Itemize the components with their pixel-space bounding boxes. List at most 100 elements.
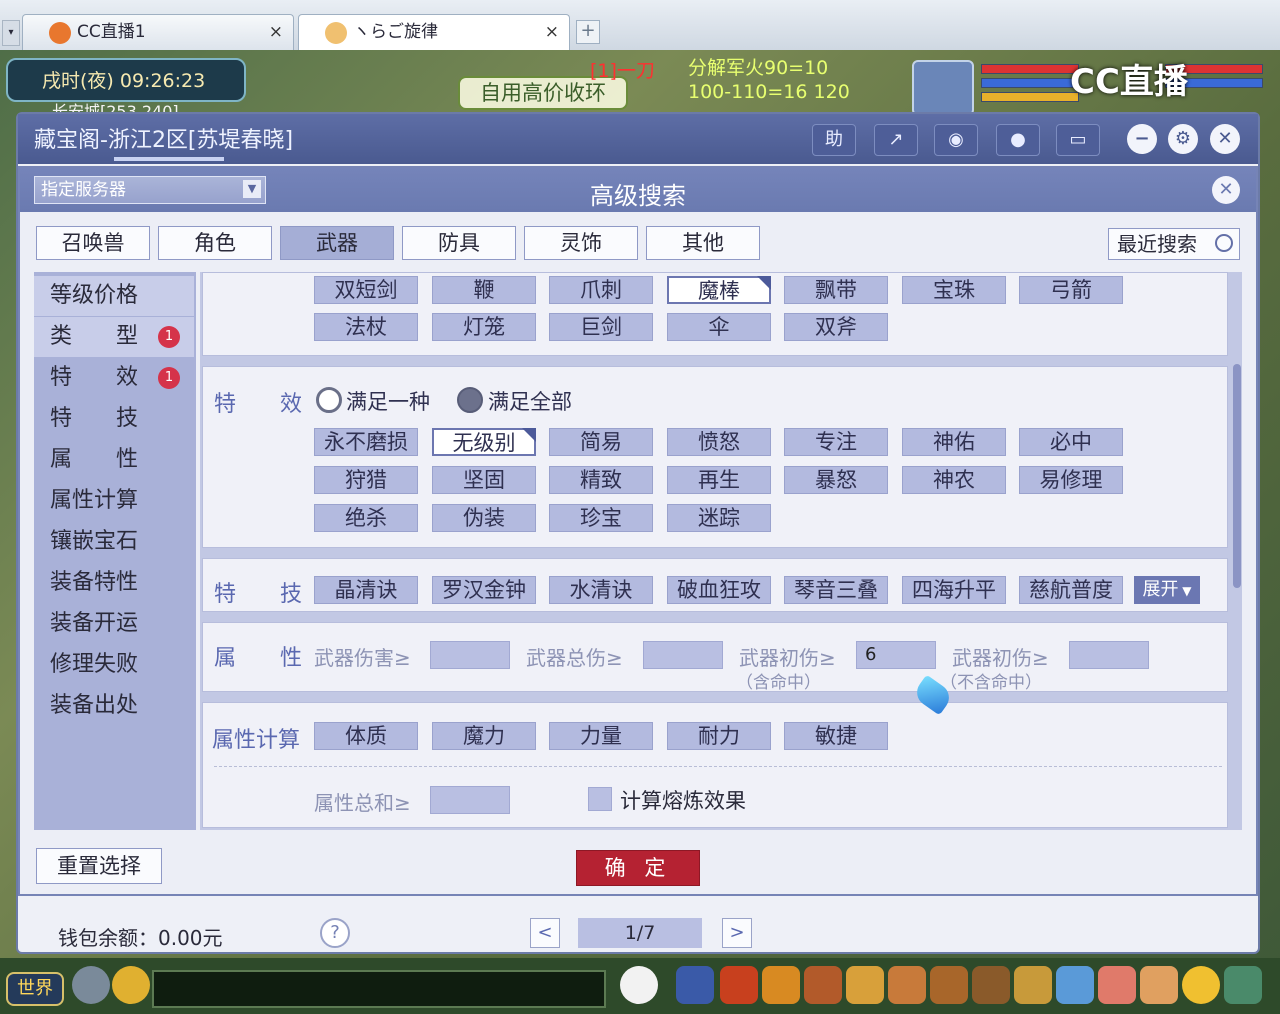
confirm-button[interactable]: 确 定 (576, 850, 700, 886)
radio-any[interactable] (316, 387, 342, 413)
player-avatar[interactable] (912, 60, 974, 116)
tab-armor[interactable]: 防具 (402, 226, 516, 260)
cart-icon[interactable]: ▭ (1056, 124, 1100, 156)
handshake-icon[interactable] (1140, 966, 1178, 1004)
tab-accessories[interactable]: 灵饰 (524, 226, 638, 260)
microphone-icon[interactable] (72, 966, 110, 1004)
effect-option[interactable]: 伪装 (432, 504, 536, 532)
tab-roles[interactable]: 角色 (158, 226, 272, 260)
chat-icon[interactable]: ● (996, 124, 1040, 156)
team-icon[interactable] (846, 966, 884, 1004)
weapon-type-option[interactable]: 宝珠 (902, 276, 1006, 304)
weapon-type-option[interactable]: 飘带 (784, 276, 888, 304)
scrollbar-thumb[interactable] (1233, 364, 1241, 588)
radio-all[interactable] (457, 387, 483, 413)
effect-option[interactable]: 绝杀 (314, 504, 418, 532)
effect-option[interactable]: 神农 (902, 466, 1006, 494)
effect-option[interactable]: 精致 (549, 466, 653, 494)
weapon-type-option[interactable]: 双斧 (784, 313, 888, 341)
sidebar-item-attribute[interactable]: 属 性 (34, 440, 194, 480)
give-icon[interactable] (762, 966, 800, 1004)
effect-option[interactable]: 暴怒 (784, 466, 888, 494)
weapon-type-option[interactable]: 爪刺 (549, 276, 653, 304)
effect-option[interactable]: 珍宝 (549, 504, 653, 532)
sidebar-item-fortune[interactable]: 装备开运 (34, 604, 194, 644)
weapon-total-damage-input[interactable] (643, 641, 723, 669)
server-select[interactable]: 指定服务器 ▼ (34, 176, 266, 204)
chat-input[interactable] (152, 970, 606, 1008)
pet-icon[interactable] (888, 966, 926, 1004)
settings-icon[interactable]: ⚙ (1168, 124, 1198, 154)
friend-icon[interactable] (1014, 966, 1052, 1004)
weapon-type-option[interactable]: 灯笼 (432, 313, 536, 341)
browser-tab-game[interactable]: ヽらご旋律 × (298, 14, 570, 50)
attack-icon[interactable] (676, 966, 714, 1004)
sidebar-item-traits[interactable]: 装备特性 (34, 563, 194, 603)
skill-option[interactable]: 晶清诀 (314, 576, 418, 604)
prev-page-button[interactable]: < (530, 918, 560, 948)
stop-icon[interactable]: ◉ (934, 124, 978, 156)
dialog-close-icon[interactable]: ✕ (1212, 176, 1240, 204)
tab-scroll-left-button[interactable]: ▾ (2, 20, 20, 46)
smile-icon[interactable] (1182, 966, 1220, 1004)
share-icon[interactable]: ↗ (874, 124, 918, 156)
effect-option-selected[interactable]: 无级别 (432, 428, 536, 456)
skill-option[interactable]: 水清诀 (549, 576, 653, 604)
tab-pets[interactable]: 召唤兽 (36, 226, 150, 260)
guild-icon[interactable] (972, 966, 1010, 1004)
skill-option[interactable]: 破血狂攻 (667, 576, 771, 604)
speech-bubble-icon[interactable] (112, 966, 150, 1004)
weapon-damage-input[interactable] (430, 641, 510, 669)
close-icon[interactable]: × (269, 15, 283, 49)
weapon-type-option[interactable]: 弓箭 (1019, 276, 1123, 304)
skill-option[interactable]: 四海升平 (902, 576, 1006, 604)
world-channel-button[interactable]: 世界 (6, 972, 64, 1006)
effect-option[interactable]: 再生 (667, 466, 771, 494)
weapon-type-option[interactable]: 法杖 (314, 313, 418, 341)
effect-option[interactable]: 狩猎 (314, 466, 418, 494)
effect-option[interactable]: 易修理 (1019, 466, 1123, 494)
attr-calc-option[interactable]: 敏捷 (784, 722, 888, 750)
skill-option[interactable]: 罗汉金钟 (432, 576, 536, 604)
effect-option[interactable]: 简易 (549, 428, 653, 456)
weapon-type-option[interactable]: 双短剑 (314, 276, 418, 304)
weapon-type-option-selected[interactable]: 魔棒 (667, 276, 771, 304)
effect-option[interactable]: 永不磨损 (314, 428, 418, 456)
sidebar-item-gems[interactable]: 镶嵌宝石 (34, 522, 194, 562)
help-button[interactable]: 助 (812, 124, 856, 156)
effect-option[interactable]: 迷踪 (667, 504, 771, 532)
next-page-button[interactable]: > (722, 918, 752, 948)
close-window-icon[interactable]: ✕ (1210, 124, 1240, 154)
trade-icon[interactable] (804, 966, 842, 1004)
minimize-icon[interactable]: − (1127, 124, 1157, 154)
expand-button[interactable]: 展开 ▼ (1134, 576, 1200, 604)
effect-option[interactable]: 坚固 (432, 466, 536, 494)
peach-icon[interactable] (1098, 966, 1136, 1004)
smelt-checkbox[interactable] (588, 787, 612, 811)
attr-sum-input[interactable] (430, 786, 510, 814)
sidebar-item-level-price[interactable]: 等级价格 (34, 276, 194, 316)
attr-calc-option[interactable]: 力量 (549, 722, 653, 750)
reset-button[interactable]: 重置选择 (36, 848, 162, 884)
sidebar-item-repair-fail[interactable]: 修理失败 (34, 645, 194, 685)
tab-others[interactable]: 其他 (646, 226, 760, 260)
weapon-type-option[interactable]: 伞 (667, 313, 771, 341)
quest-icon[interactable] (930, 966, 968, 1004)
sidebar-item-origin[interactable]: 装备出处 (34, 686, 194, 726)
weapon-type-option[interactable]: 鞭 (432, 276, 536, 304)
attr-calc-option[interactable]: 魔力 (432, 722, 536, 750)
item-bag-icon[interactable] (720, 966, 758, 1004)
effect-option[interactable]: 神佑 (902, 428, 1006, 456)
skill-option[interactable]: 琴音三叠 (784, 576, 888, 604)
recent-search-button[interactable]: 最近搜索 (1108, 228, 1240, 260)
attr-calc-option[interactable]: 体质 (314, 722, 418, 750)
browser-tab-cc[interactable]: CC直播1 × (22, 14, 294, 50)
effect-option[interactable]: 愤怒 (667, 428, 771, 456)
system-icon[interactable] (1224, 966, 1262, 1004)
sidebar-item-skill[interactable]: 特 技 (34, 399, 194, 439)
close-icon[interactable]: × (545, 15, 559, 49)
effect-option[interactable]: 必中 (1019, 428, 1123, 456)
skill-option[interactable]: 慈航普度 (1019, 576, 1123, 604)
pet-face-icon[interactable] (620, 966, 658, 1004)
attr-calc-option[interactable]: 耐力 (667, 722, 771, 750)
